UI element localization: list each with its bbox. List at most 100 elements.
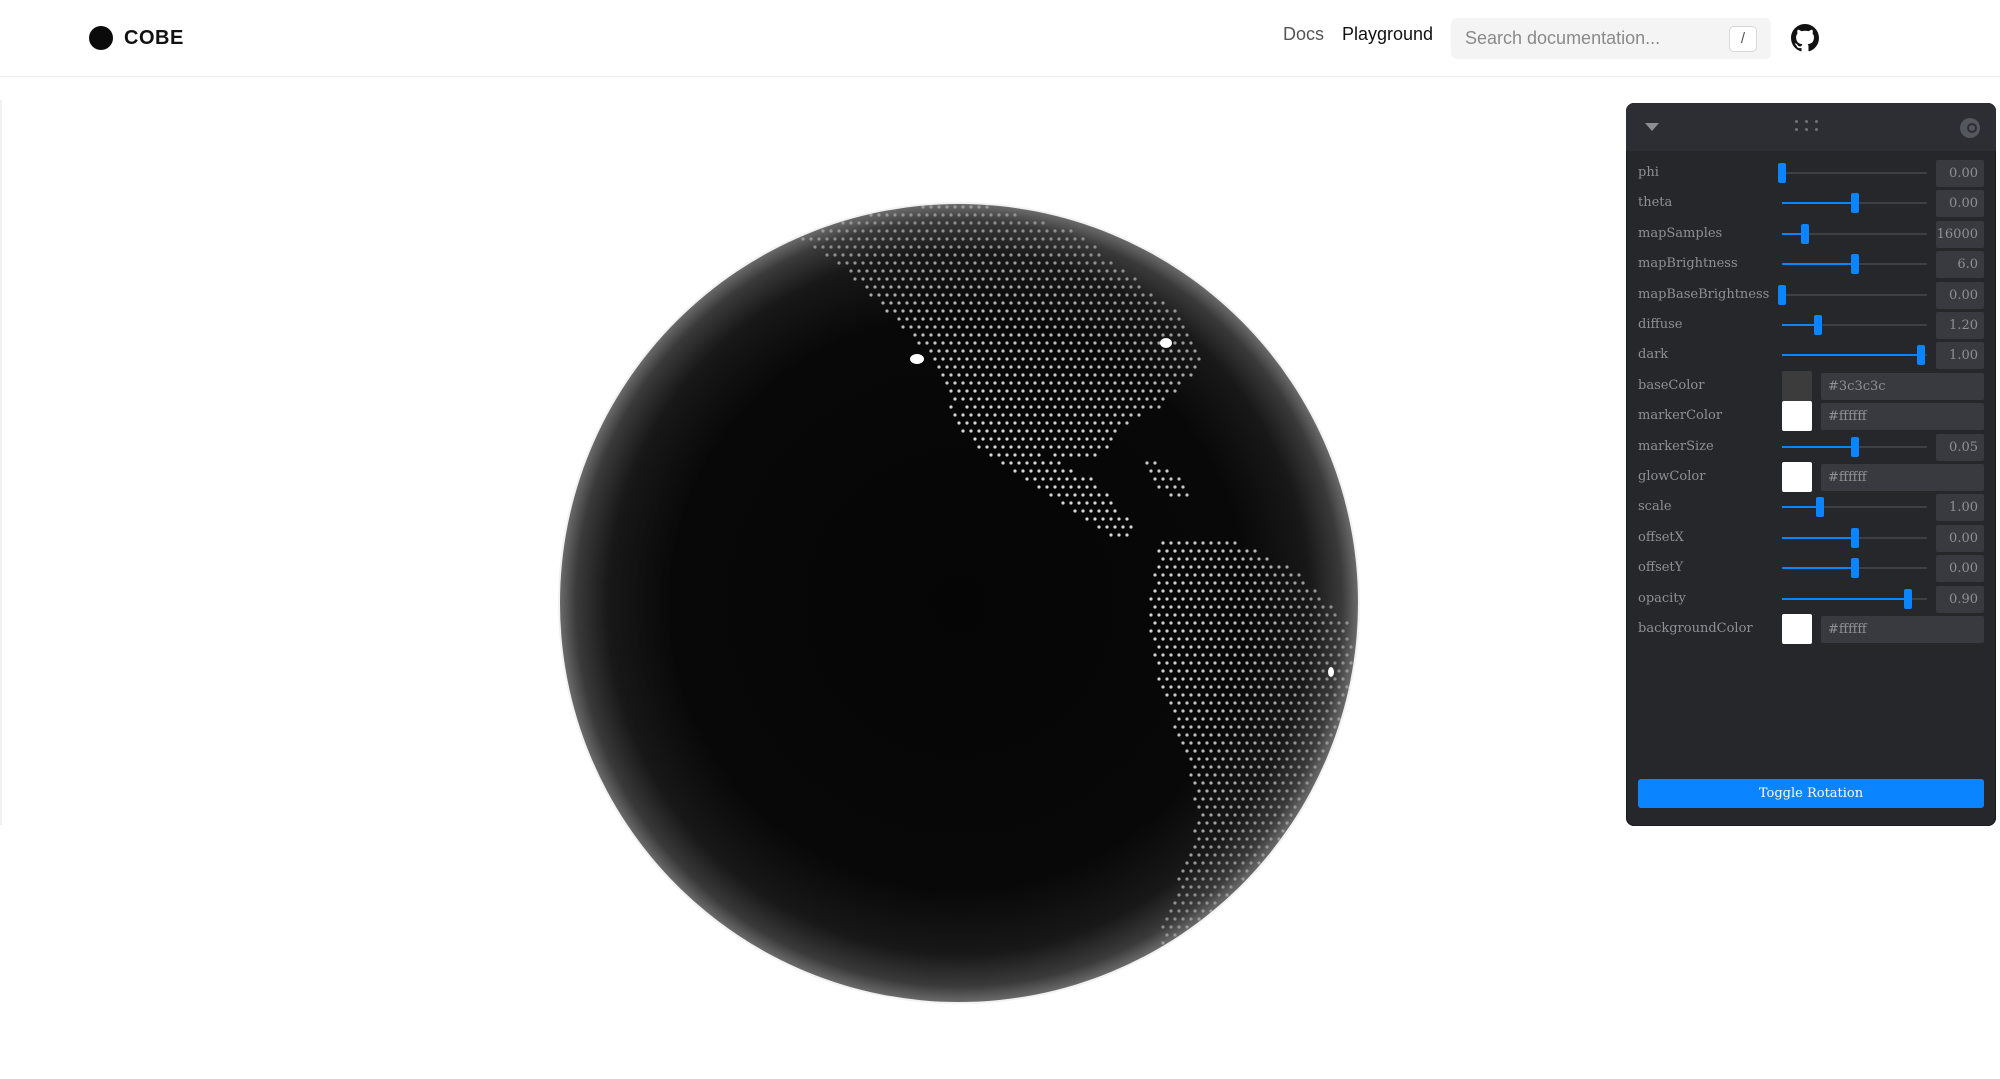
slider-handle[interactable] <box>1904 588 1913 609</box>
land-dot <box>1109 517 1113 521</box>
land-dot <box>985 301 989 305</box>
land-dot <box>1093 325 1097 329</box>
land-dot <box>969 349 973 353</box>
nav-docs[interactable]: Docs <box>1283 24 1324 45</box>
slider-handle[interactable] <box>1815 497 1824 518</box>
search-input[interactable]: Search documentation... / <box>1451 18 1771 59</box>
land-dot <box>1209 797 1213 801</box>
scale-value-input[interactable]: 1.00 <box>1936 494 1984 522</box>
baseColor-swatch[interactable] <box>1782 370 1812 401</box>
land-dot <box>1081 253 1085 257</box>
backgroundColor-swatch[interactable] <box>1782 614 1812 644</box>
land-dot <box>1121 285 1125 289</box>
slider-handle[interactable] <box>1850 193 1859 214</box>
land-dot <box>933 229 937 233</box>
slider-handle[interactable] <box>1917 345 1926 366</box>
land-dot <box>1021 421 1025 425</box>
land-dot <box>869 261 873 265</box>
land-dot <box>1233 605 1237 609</box>
land-dot <box>1333 645 1337 649</box>
markerColor-hex-input[interactable]: #ffffff <box>1821 403 1984 431</box>
land-dot <box>1189 661 1193 665</box>
scale-slider[interactable] <box>1782 497 1927 518</box>
slider-handle[interactable] <box>1778 284 1786 305</box>
markerSize-slider[interactable] <box>1782 436 1927 457</box>
theta-value-input[interactable]: 0.00 <box>1936 190 1984 218</box>
land-dot <box>1281 733 1285 737</box>
phi-value-input[interactable]: 0.00 <box>1936 160 1984 187</box>
offsetX-slider[interactable] <box>1782 527 1927 548</box>
dark-value-input[interactable]: 1.00 <box>1936 342 1984 370</box>
slider-handle[interactable] <box>1850 254 1859 275</box>
land-dot <box>985 413 989 417</box>
slider-handle[interactable] <box>1801 223 1810 244</box>
land-dot <box>1273 749 1277 753</box>
land-dot <box>1117 533 1121 537</box>
dark-slider[interactable] <box>1782 345 1927 366</box>
theta-slider[interactable] <box>1782 193 1927 214</box>
controls-panel: phi 0.00 theta 0.00 mapSamples 16000 mapBright… <box>1626 103 1996 826</box>
panel-header[interactable] <box>1626 103 1996 151</box>
land-dot <box>933 277 937 281</box>
land-dot <box>1313 717 1317 721</box>
land-dot <box>1105 445 1109 449</box>
land-dot <box>897 317 901 321</box>
mapBaseBrightness-slider[interactable] <box>1778 284 1927 305</box>
land-dot <box>981 293 985 297</box>
backgroundColor-hex-input[interactable]: #ffffff <box>1821 616 1984 643</box>
drag-handle-icon[interactable] <box>1795 120 1823 134</box>
nav-playground[interactable]: Playground <box>1342 24 1433 45</box>
opacity-value-input[interactable]: 0.90 <box>1936 585 1984 613</box>
land-dot <box>1137 381 1141 385</box>
mapBrightness-value-input[interactable]: 6.0 <box>1936 251 1984 279</box>
land-dot <box>1085 325 1089 329</box>
land-dot <box>1249 813 1253 817</box>
diffuse-value-input[interactable]: 1.20 <box>1936 312 1984 339</box>
land-dot <box>1201 701 1205 705</box>
land-dot <box>1257 797 1261 801</box>
mapSamples-value-input[interactable]: 16000 <box>1936 220 1984 248</box>
offsetY-value-input[interactable]: 0.00 <box>1936 555 1984 583</box>
diffuse-slider[interactable] <box>1782 315 1927 335</box>
slider-handle[interactable] <box>1778 163 1786 183</box>
land-dot <box>913 301 917 305</box>
land-dot <box>1345 653 1349 657</box>
opacity-slider[interactable] <box>1782 588 1927 609</box>
land-dot <box>1257 701 1261 705</box>
land-dot <box>1337 669 1341 673</box>
slider-handle[interactable] <box>1814 315 1823 335</box>
land-dot <box>1209 557 1213 561</box>
markerSize-value-input[interactable]: 0.05 <box>1936 433 1984 461</box>
slider-handle[interactable] <box>1850 558 1859 579</box>
offsetX-value-input[interactable]: 0.00 <box>1936 524 1984 552</box>
globe-canvas[interactable] <box>558 202 1360 1004</box>
slider-handle[interactable] <box>1850 527 1859 548</box>
land-dot <box>1245 869 1249 873</box>
land-dot <box>1205 565 1209 569</box>
glowColor-hex-input[interactable]: #ffffff <box>1821 464 1984 491</box>
mapBaseBrightness-value-input[interactable]: 0.00 <box>1936 281 1984 309</box>
markerColor-swatch[interactable] <box>1782 401 1812 432</box>
mapSamples-slider[interactable] <box>1782 223 1927 244</box>
mapBrightness-slider[interactable] <box>1782 254 1927 275</box>
land-dot <box>1205 613 1209 617</box>
offsetY-slider[interactable] <box>1782 558 1927 579</box>
caret-down-icon[interactable] <box>1645 123 1659 131</box>
land-dot <box>937 237 941 241</box>
baseColor-hex-input[interactable]: #3c3c3c <box>1821 372 1984 400</box>
land-dot <box>1065 381 1069 385</box>
glowColor-swatch[interactable] <box>1782 462 1812 492</box>
slider-handle[interactable] <box>1850 436 1859 457</box>
land-dot <box>1013 245 1017 249</box>
land-dot <box>1225 861 1229 865</box>
land-dot <box>1225 653 1229 657</box>
brand[interactable]: COBE <box>89 26 184 50</box>
phi-slider[interactable] <box>1778 163 1927 183</box>
land-dot <box>909 277 913 281</box>
land-dot <box>977 205 981 209</box>
land-dot <box>1165 485 1169 489</box>
search-icon[interactable] <box>1960 118 1980 138</box>
github-icon[interactable] <box>1791 24 1819 52</box>
land-dot <box>1293 645 1297 649</box>
toggle-rotation-button[interactable]: Toggle Rotation <box>1638 779 1984 808</box>
